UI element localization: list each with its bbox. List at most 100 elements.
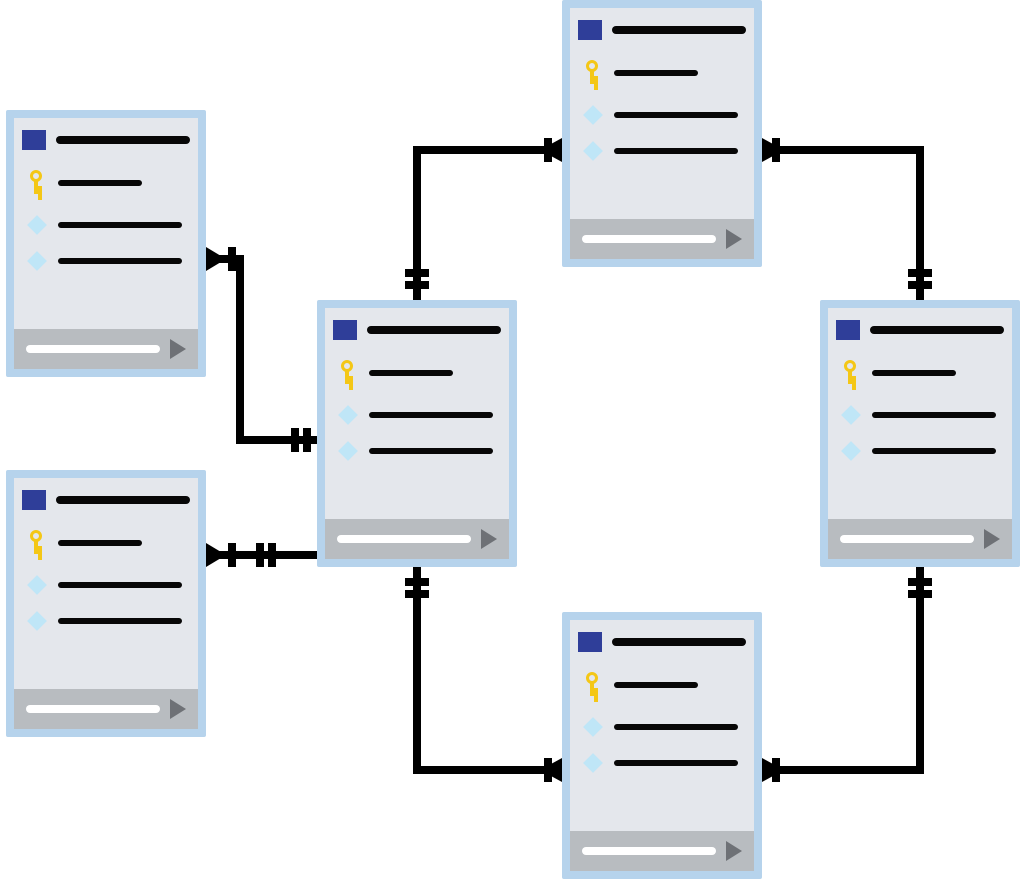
field-row-attr (30, 218, 182, 232)
relation-t1-t3 (206, 259, 317, 440)
key-icon (586, 60, 600, 86)
field-row-attr (341, 408, 493, 422)
field-line (872, 448, 996, 454)
table-titlebar (14, 478, 198, 516)
diamond-icon (841, 441, 861, 461)
field-row-attr (844, 444, 996, 458)
diamond-icon (583, 753, 603, 773)
diamond-icon (27, 215, 47, 235)
field-row-attr (844, 408, 996, 422)
play-icon (726, 841, 742, 861)
play-icon (984, 529, 1000, 549)
table-card-5 (562, 612, 762, 879)
table-footer (14, 329, 198, 369)
field-line (614, 682, 698, 688)
field-line (58, 258, 182, 264)
progress-bar (582, 847, 716, 855)
window-icon (836, 320, 860, 340)
table-titlebar (570, 8, 754, 46)
window-icon (333, 320, 357, 340)
key-icon (30, 530, 44, 556)
diamond-icon (338, 441, 358, 461)
field-row-attr (586, 144, 738, 158)
field-row-pk (586, 60, 738, 86)
window-icon (22, 130, 46, 150)
title-line (56, 496, 190, 504)
play-icon (481, 529, 497, 549)
relation-t4-t6 (762, 150, 920, 300)
field-row-attr (341, 444, 493, 458)
relation-t3-t4 (417, 150, 562, 300)
key-icon (586, 672, 600, 698)
field-line (369, 412, 493, 418)
field-row-attr (30, 614, 182, 628)
table-card-2 (6, 470, 206, 737)
relation-t3-t5 (417, 567, 562, 770)
field-line (58, 582, 182, 588)
field-row-pk (844, 360, 996, 386)
key-icon (341, 360, 355, 386)
table-card-1 (6, 110, 206, 377)
relation-t5-t6 (762, 567, 920, 770)
field-line (872, 370, 956, 376)
field-row-attr (586, 108, 738, 122)
field-line (58, 222, 182, 228)
diamond-icon (27, 575, 47, 595)
field-line (614, 70, 698, 76)
play-icon (170, 699, 186, 719)
window-icon (578, 632, 602, 652)
table-footer (828, 519, 1012, 559)
title-line (56, 136, 190, 144)
field-line (614, 760, 738, 766)
progress-bar (26, 705, 160, 713)
field-row-pk (586, 672, 738, 698)
progress-bar (840, 535, 974, 543)
field-line (369, 370, 453, 376)
diamond-icon (583, 141, 603, 161)
field-line (614, 148, 738, 154)
table-titlebar (14, 118, 198, 156)
table-titlebar (325, 308, 509, 346)
window-icon (22, 490, 46, 510)
field-row-attr (586, 756, 738, 770)
window-icon (578, 20, 602, 40)
diamond-icon (841, 405, 861, 425)
field-line (58, 540, 142, 546)
title-line (870, 326, 1004, 334)
play-icon (726, 229, 742, 249)
play-icon (170, 339, 186, 359)
table-card-4 (562, 0, 762, 267)
field-line (369, 448, 493, 454)
progress-bar (26, 345, 160, 353)
title-line (367, 326, 501, 334)
title-line (612, 638, 746, 646)
diamond-icon (27, 611, 47, 631)
field-row-attr (30, 578, 182, 592)
field-line (614, 724, 738, 730)
field-row-pk (341, 360, 493, 386)
key-icon (30, 170, 44, 196)
progress-bar (337, 535, 471, 543)
title-line (612, 26, 746, 34)
field-row-attr (586, 720, 738, 734)
diamond-icon (338, 405, 358, 425)
table-footer (325, 519, 509, 559)
diamond-icon (27, 251, 47, 271)
field-row-attr (30, 254, 182, 268)
diamond-icon (583, 105, 603, 125)
field-line (872, 412, 996, 418)
field-row-pk (30, 530, 182, 556)
table-card-3 (317, 300, 517, 567)
table-footer (570, 831, 754, 871)
diamond-icon (583, 717, 603, 737)
field-line (614, 112, 738, 118)
table-footer (14, 689, 198, 729)
table-footer (570, 219, 754, 259)
field-line (58, 618, 182, 624)
table-titlebar (570, 620, 754, 658)
key-icon (844, 360, 858, 386)
progress-bar (582, 235, 716, 243)
table-titlebar (828, 308, 1012, 346)
field-row-pk (30, 170, 182, 196)
field-line (58, 180, 142, 186)
